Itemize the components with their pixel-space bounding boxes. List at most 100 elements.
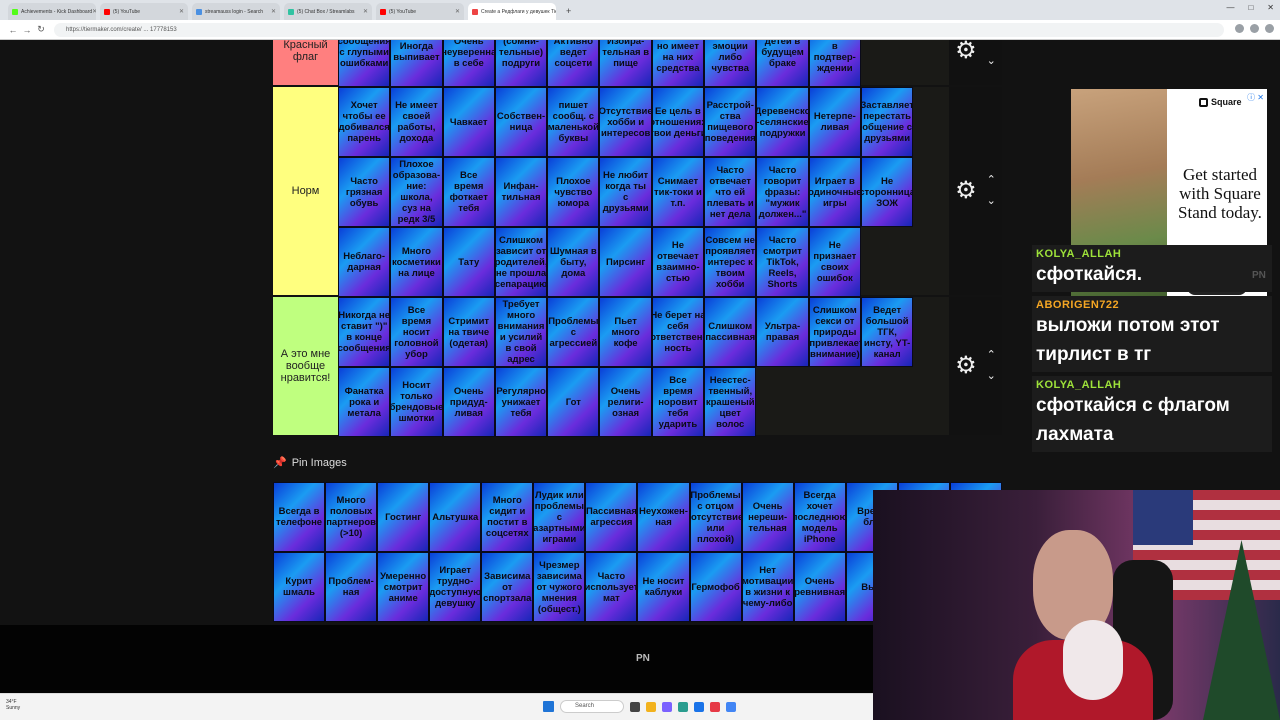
back-arrow-icon[interactable]: ← [6, 25, 20, 35]
tab-close-icon[interactable]: ✕ [92, 8, 96, 15]
tier-item[interactable]: Не отвечает взаимно- стью [651, 227, 705, 297]
tier-item[interactable]: Очень придуд- ливая [442, 367, 495, 437]
pool-item[interactable]: Лудик или проблемы с азартными играми [533, 482, 586, 552]
pool-item[interactable]: Играет трудно- доступную девушку [429, 552, 482, 622]
tier-item[interactable]: Чавкает [442, 87, 495, 157]
tier-item[interactable]: Требует много внимания и усилий в свой а… [494, 297, 548, 367]
pool-item[interactable]: Часто использует мат [585, 552, 638, 622]
url-field[interactable]: https://tiermaker.com/create/ ... 177781… [54, 22, 1224, 37]
pool-item[interactable]: Не носит каблуки [637, 552, 690, 622]
tier-item[interactable]: Фанатка рока и метала [338, 367, 391, 437]
app-icon[interactable] [662, 701, 672, 712]
tab-close-icon[interactable]: ✕ [179, 8, 184, 15]
extension-icon[interactable] [1235, 24, 1244, 33]
pool-item[interactable]: Неухожен- ная [637, 482, 690, 552]
pool-item[interactable]: Чрезмер зависима от чужого мнения (общес… [533, 552, 586, 622]
tier-item[interactable]: Часто грязная обувь [338, 157, 391, 227]
taskbar-search[interactable]: Search [560, 700, 624, 713]
tier-item[interactable]: Очень неуверенна в себе [442, 40, 495, 87]
browser-tab[interactable]: streamauss login - Search ✕ [192, 3, 280, 20]
tier-item[interactable]: Проблемы с агрессией [547, 297, 600, 367]
chevron-down-icon[interactable]: ⌄ [987, 371, 996, 382]
tier-item[interactable]: Гот [547, 367, 600, 437]
chrome-icon[interactable] [726, 701, 736, 712]
tier-item[interactable]: Не сторонница ЗОЖ [860, 157, 914, 227]
chevron-up-icon[interactable]: ⌃ [987, 40, 996, 46]
tier-item[interactable]: Ее цель в отношениях твои деньги [651, 87, 705, 157]
pool-item[interactable]: Проблем- ная [325, 552, 378, 622]
browser-tab[interactable]: (5) YouTube ✕ [100, 3, 188, 20]
ad-info-icon[interactable]: ⓘ ✕ [1247, 92, 1264, 103]
pool-item[interactable]: Очень нереши- тельная [741, 482, 794, 552]
tier-item[interactable]: нуждается в подтвер- ждении [808, 40, 861, 87]
tier-item[interactable]: Слишком пассивная [704, 297, 757, 367]
tier-item[interactable]: Играет в одиночные игры [808, 157, 861, 227]
tier-item[interactable]: пишет сообщ. с маленькой буквы [547, 87, 600, 157]
maximize-button[interactable]: □ [1248, 3, 1253, 12]
file-explorer-icon[interactable] [646, 701, 656, 712]
chevron-down-icon[interactable]: ⌄ [987, 56, 996, 67]
tier-item[interactable]: Неблаго- дарная [338, 227, 391, 297]
tab-close-icon[interactable]: ✕ [455, 8, 460, 15]
pin-images-header[interactable]: 📌 Pin Images [273, 456, 347, 470]
pool-item[interactable]: Пассивная агрессия [585, 482, 638, 552]
browser-tab[interactable]: Achievements - Kick Dashboard ✕ [8, 3, 96, 20]
pool-item[interactable]: Гермофоб [689, 552, 742, 622]
tier-item[interactable]: Неестес- твенный, крашеный цвет волос [704, 367, 757, 437]
tier-item[interactable]: Все время носит головной убор [390, 297, 443, 367]
tier-item[interactable]: Инфан- тильная [494, 157, 548, 227]
tier-item[interactable]: Все время фоткает тебя [442, 157, 495, 227]
tier-label[interactable]: А это мне вообще нравится! [273, 297, 338, 435]
tier-item[interactable]: Отсутствие хобби и интересов [599, 87, 652, 157]
tier-item[interactable]: Пирсинг [599, 227, 652, 297]
tier-item[interactable]: Слишком секси от природы (привлекает вни… [808, 297, 861, 367]
pool-item[interactable]: Проблемы с отцом (отсутствие или плохой) [689, 482, 742, 552]
tier-item[interactable]: Иногда выпивает [390, 40, 443, 87]
tier-item[interactable]: детей в будущем браке [756, 40, 809, 87]
tier-item[interactable]: Часто смотрит TikTok, Reels, Shorts [756, 227, 809, 297]
tier-item[interactable]: Много косметики на лице [390, 227, 443, 297]
pool-item[interactable]: Альтушка [429, 482, 482, 552]
pool-item[interactable]: Зависима от спортзала [481, 552, 534, 622]
tier-item[interactable]: Слишком зависит от родителей, не прошла … [494, 227, 548, 297]
gear-icon[interactable]: ⚙ [955, 354, 977, 378]
chevron-up-icon[interactable]: ⌃ [987, 175, 996, 186]
pool-item[interactable]: Нет мотивации в жизни к чему-либо [741, 552, 794, 622]
tier-item[interactable]: Избира- тельная в пище [599, 40, 652, 87]
close-window-button[interactable]: ✕ [1267, 3, 1274, 12]
tier-item[interactable]: Нетерпе- ливая [808, 87, 861, 157]
weather-widget[interactable]: 34°F Sunny [6, 699, 20, 711]
tier-item[interactable]: Не признает своих ошибок [808, 227, 861, 297]
tier-item[interactable]: Совсем не проявляет интерес к твоим хобб… [704, 227, 757, 297]
minimize-button[interactable]: — [1226, 3, 1234, 12]
app-icon[interactable] [678, 701, 688, 712]
tier-item[interactable]: Стримит на твиче (одетая) [442, 297, 495, 367]
browser-tab[interactable]: Create a Редфлаги у девушек Tier List✕ [468, 3, 556, 20]
pool-item[interactable]: Курит шмаль [273, 552, 326, 622]
pool-item[interactable]: Много сидит и постит в соцсетях [481, 482, 534, 552]
tier-item[interactable]: Не берет на себя ответствен- ность [651, 297, 705, 367]
menu-icon[interactable] [1265, 24, 1274, 33]
tier-item[interactable]: Ультра- правая [756, 297, 809, 367]
tier-item[interactable]: Расстрой- ства пищевого поведения [704, 87, 757, 157]
browser-tab[interactable]: (5) Chat Box / Streamlabs ✕ [284, 3, 372, 20]
tier-item[interactable]: Деревенско -селянские подружки [756, 87, 809, 157]
tier-item[interactable]: (сомни- тельные) подруги [494, 40, 548, 87]
tier-item[interactable]: Регулярно унижает тебя [494, 367, 548, 437]
tier-item[interactable]: Пьет много кофе [599, 297, 652, 367]
pool-item[interactable]: Много половых партнеров (>10) [325, 482, 378, 552]
tier-item[interactable]: Хочет чтобы ее добивался парень [338, 87, 391, 157]
tier-item[interactable]: Заставляет перестать общение с друзьями [860, 87, 914, 157]
tier-item[interactable]: подарки, но имеет на них средства [651, 40, 705, 87]
windows-start-icon[interactable] [543, 701, 554, 712]
tier-item[interactable]: Никогда не ставит ")" в конце сообщения [338, 297, 391, 367]
tier-item[interactable]: Активно ведет соцсети [547, 40, 600, 87]
tier-item[interactable]: Шумная в быту, дома [547, 227, 600, 297]
browser-tab[interactable]: (5) YouTube ✕ [376, 3, 464, 20]
tab-close-icon[interactable]: ✕ [363, 8, 368, 15]
tier-item[interactable]: Плохое чувство юмора [547, 157, 600, 227]
tier-item[interactable]: Часто отвечает что ей плевать и нет дела [704, 157, 757, 227]
tier-item[interactable]: Не любит когда ты с друзьями [599, 157, 652, 227]
edge-icon[interactable] [694, 701, 704, 712]
tier-item[interactable]: Не имеет своей работы, дохода [390, 87, 443, 157]
